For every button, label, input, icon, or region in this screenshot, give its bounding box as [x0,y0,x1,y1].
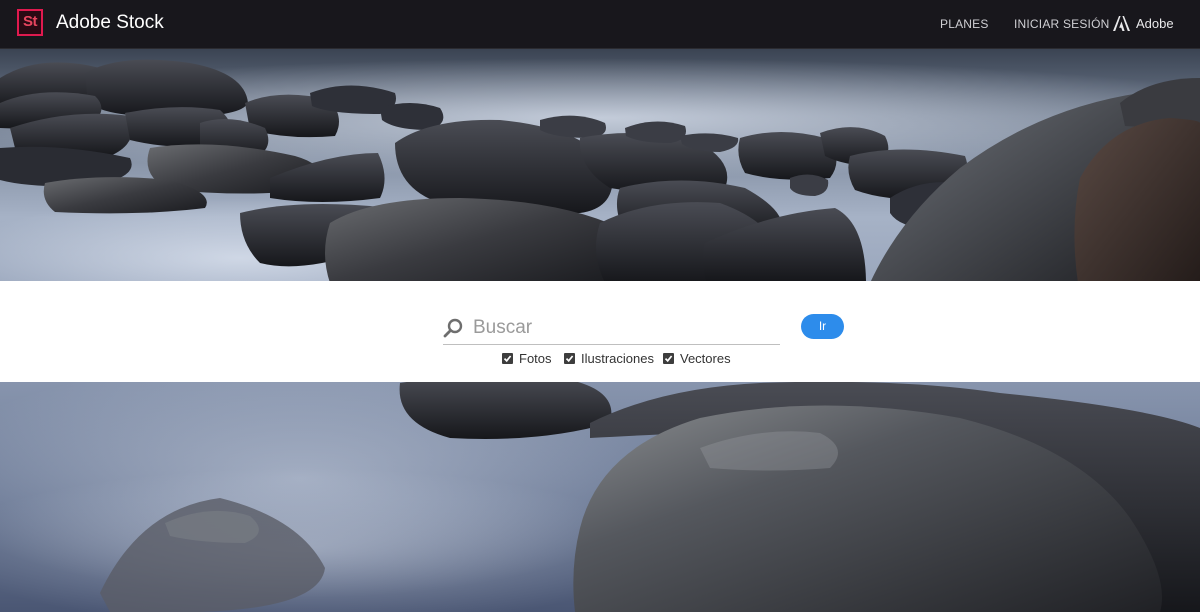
filter-photos-label: Fotos [519,351,552,366]
top-navigation-bar: St Adobe Stock PLANES INICIAR SESIÓN Ado… [0,0,1200,49]
checkbox-checked-icon[interactable] [564,353,575,364]
search-field[interactable] [443,311,780,345]
checkbox-checked-icon[interactable] [663,353,674,364]
search-icon[interactable] [443,318,463,338]
nav-login-link[interactable]: INICIAR SESIÓN [1014,17,1109,31]
checkbox-checked-icon[interactable] [502,353,513,364]
adobe-icon [1113,16,1130,31]
adobe-label: Adobe [1136,16,1174,31]
search-panel: Ir Fotos Ilustraciones Vectores [0,281,1200,382]
filter-vectors-label: Vectores [680,351,731,366]
nav-plans-link[interactable]: PLANES [940,17,989,31]
brand-name[interactable]: Adobe Stock [56,12,164,34]
filter-illustrations-label: Ilustraciones [581,351,654,366]
go-button[interactable]: Ir [801,314,844,339]
adobe-stock-logo[interactable]: St [17,9,43,36]
search-input[interactable] [471,313,775,343]
